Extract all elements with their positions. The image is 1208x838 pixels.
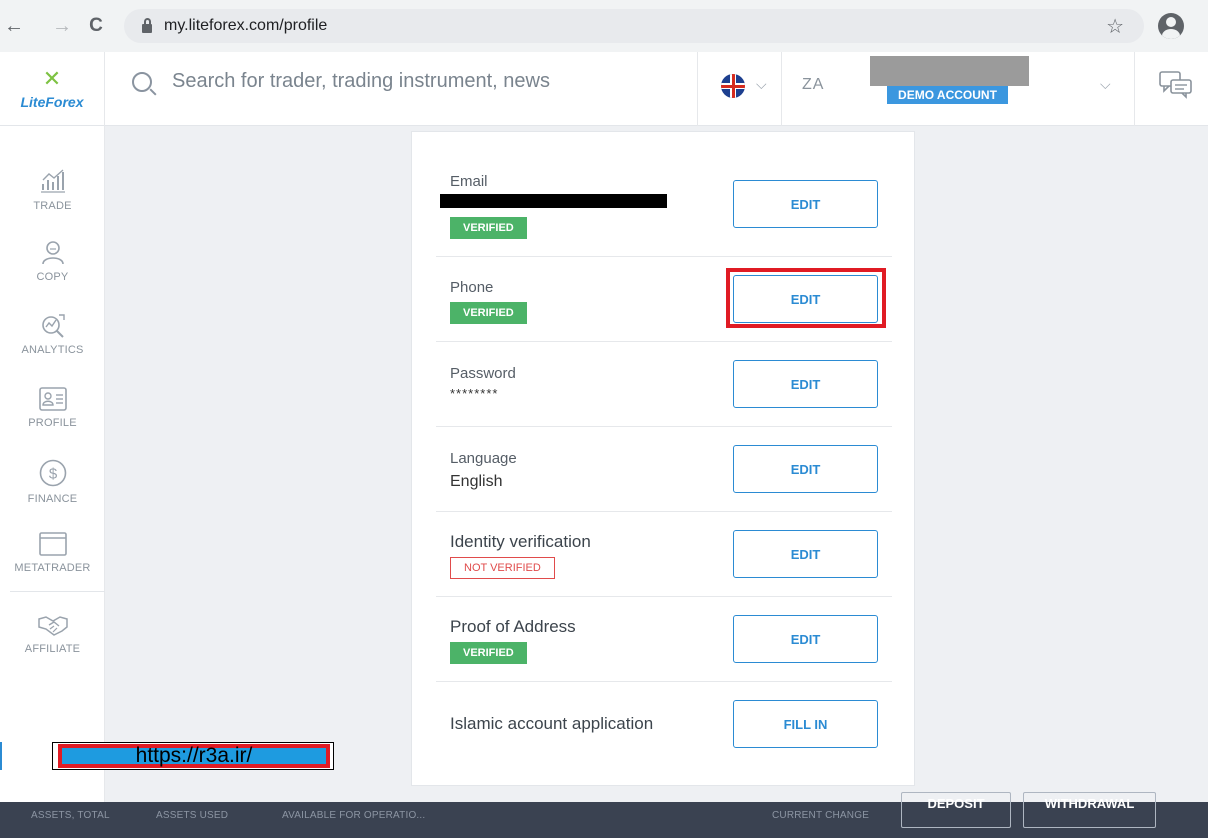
logo-mark-icon: ✕ (42, 66, 62, 91)
edit-address-button[interactable]: EDIT (733, 615, 878, 663)
id-card-icon (38, 387, 67, 411)
row-label: Password (450, 365, 516, 382)
sidebar-item-trade[interactable]: TRADE (0, 168, 105, 212)
sidebar-item-copy[interactable]: COPY (0, 239, 105, 283)
profile-row-address: Proof of Address VERIFIED EDIT (436, 597, 892, 682)
deposit-button[interactable]: DEPOSIT (901, 792, 1011, 828)
edit-email-button[interactable]: EDIT (733, 180, 878, 228)
handshake-icon (37, 616, 68, 636)
account-prefix: ZA (802, 76, 825, 93)
row-label: Identity verification (450, 532, 591, 551)
sidebar-item-label: METATRADER (14, 562, 91, 574)
sidebar-item-label: COPY (36, 271, 69, 283)
lock-icon (142, 17, 152, 33)
svg-text:$: $ (48, 466, 57, 483)
uk-flag-icon (721, 74, 745, 98)
password-value: ******** (450, 386, 499, 401)
url-text: my.liteforex.com/profile (164, 17, 328, 34)
profile-row-islamic: Islamic account application FILL IN (436, 682, 892, 767)
profile-row-identity: Identity verification NOT VERIFIED EDIT (436, 512, 892, 597)
row-label: Islamic account application (450, 714, 654, 733)
sidebar-item-finance[interactable]: $ FINANCE (0, 459, 105, 505)
current-change-label: CURRENT CHANGE (772, 810, 870, 821)
edit-password-button[interactable]: EDIT (733, 360, 878, 408)
sidebar-item-label: AFFILIATE (24, 643, 81, 655)
sidebar-item-label: FINANCE (27, 493, 78, 505)
search-bar[interactable] (132, 70, 692, 93)
liteforex-logo[interactable]: ✕ LiteForex (0, 52, 105, 126)
forward-button[interactable]: → (48, 12, 76, 40)
bookmark-star-icon[interactable]: ☆ (1106, 14, 1124, 39)
app-header: ✕ LiteForex ⌵ ZA DEMO ACCOUNT ⌵ (0, 52, 1208, 126)
back-button[interactable]: ← (0, 12, 28, 40)
divider (697, 52, 698, 126)
demo-account-badge: DEMO ACCOUNT (887, 86, 1008, 104)
dollar-coin-icon: $ (39, 459, 66, 487)
sidebar-item-label: TRADE (33, 200, 72, 212)
reload-button[interactable]: C (82, 12, 110, 40)
edit-language-button[interactable]: EDIT (733, 445, 878, 493)
chevron-down-icon: ⌵ (756, 76, 767, 92)
edge-marker (0, 742, 2, 770)
window-icon (38, 532, 67, 556)
profile-card: Email VERIFIED EDIT Phone VERIFIED EDIT … (411, 131, 915, 786)
edit-identity-button[interactable]: EDIT (733, 530, 878, 578)
verified-badge: VERIFIED (450, 642, 527, 664)
watermark-band: https://r3a.ir/ (58, 744, 330, 768)
analytics-icon (41, 314, 65, 338)
withdrawal-button[interactable]: WITHDRAWAL (1023, 792, 1156, 828)
bottom-bar: ASSETS, TOTAL ASSETS USED AVAILABLE FOR … (0, 792, 1208, 838)
sidebar-item-label: PROFILE (28, 417, 77, 429)
sidebar-item-metatrader[interactable]: METATRADER (0, 532, 105, 574)
sidebar-item-label: ANALYTICS (21, 344, 84, 356)
search-input[interactable] (172, 70, 692, 93)
profile-row-language: Language English EDIT (436, 427, 892, 512)
withdrawal-label: WITHDRAWAL (1044, 795, 1135, 811)
redacted-account-name (870, 56, 1029, 86)
logo-text: LiteForex (20, 94, 84, 110)
deposit-label: DEPOSIT (927, 795, 985, 811)
language-value: English (450, 473, 503, 490)
row-label: Language (450, 450, 517, 467)
watermark-text: https://r3a.ir/ (135, 744, 253, 767)
sidebar-item-analytics[interactable]: ANALYTICS (0, 312, 105, 356)
assets-total-label: ASSETS, TOTAL (31, 810, 110, 821)
sidebar: TRADE COPY ANALYTICS PROFILE $ FINANCE M… (0, 126, 105, 802)
search-icon (132, 71, 152, 92)
divider (10, 591, 105, 592)
browser-profile-icon[interactable] (1158, 13, 1184, 39)
chat-icon[interactable] (1158, 70, 1194, 100)
not-verified-badge: NOT VERIFIED (450, 557, 555, 579)
redacted-email (440, 194, 667, 208)
sidebar-item-affiliate[interactable]: AFFILIATE (0, 613, 105, 655)
chevron-down-icon: ⌵ (1100, 76, 1111, 92)
user-icon (41, 241, 64, 265)
row-label: Email (450, 173, 488, 190)
sidebar-item-profile[interactable]: PROFILE (0, 387, 105, 429)
available-label: AVAILABLE FOR OPERATIO... (282, 810, 426, 821)
browser-toolbar: ← → C my.liteforex.com/profile ☆ (0, 0, 1208, 52)
verified-badge: VERIFIED (450, 217, 527, 239)
address-bar[interactable]: my.liteforex.com/profile ☆ (124, 9, 1144, 43)
verified-badge: VERIFIED (450, 302, 527, 324)
watermark-box: https://r3a.ir/ (52, 742, 334, 770)
divider (781, 52, 782, 126)
chart-icon (40, 169, 65, 193)
assets-used-label: ASSETS USED (156, 810, 229, 821)
profile-row-password: Password ******** EDIT (436, 342, 892, 427)
divider (1134, 52, 1135, 126)
row-label: Proof of Address (450, 617, 576, 636)
fill-in-islamic-button[interactable]: FILL IN (733, 700, 878, 748)
row-label: Phone (450, 279, 494, 296)
annotation-highlight-box (726, 268, 886, 328)
